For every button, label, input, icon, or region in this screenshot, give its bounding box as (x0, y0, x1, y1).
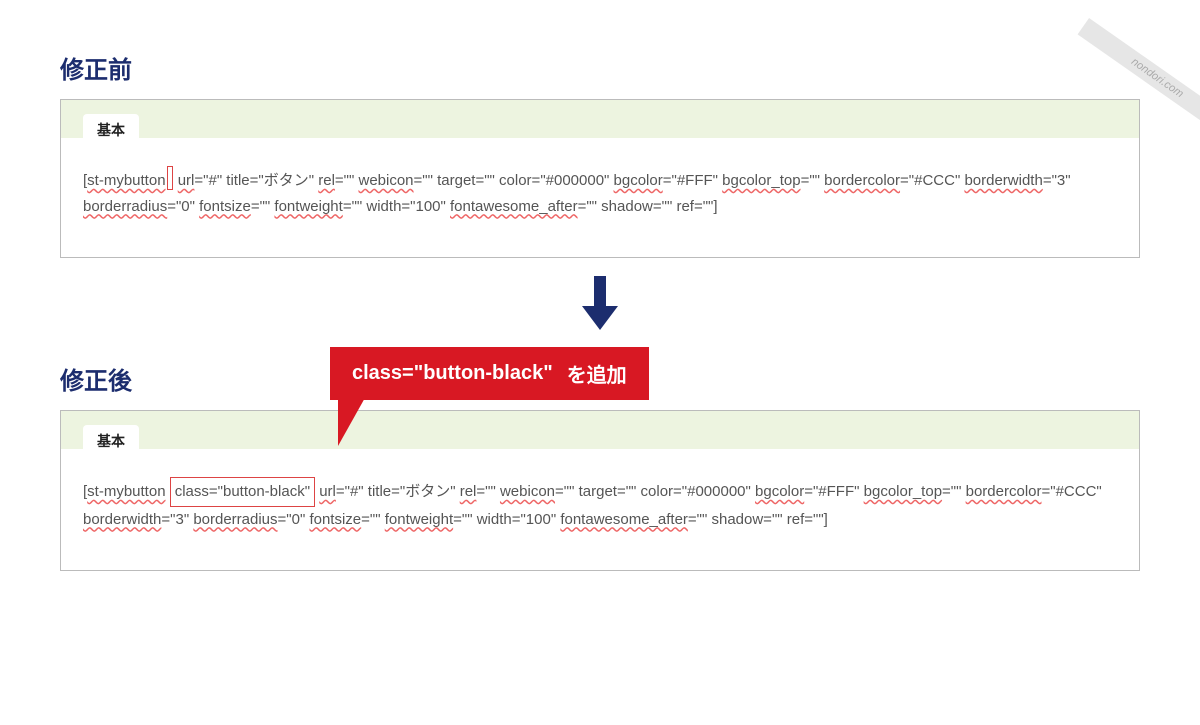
callout-text: を追加 (567, 359, 627, 388)
code-attr: rel (460, 483, 477, 500)
before-section: 修正前 基本 [st-mybutton url="#" title="ボタン" … (0, 50, 1200, 258)
code-attr: st-mybutton (87, 483, 165, 500)
after-code-box: 基本 [st-mybutton class="button-black" url… (60, 410, 1140, 571)
code-text: ="0" (278, 511, 310, 528)
code-attr: st-mybutton (87, 172, 165, 189)
code-text: ="" shadow="" ref=""] (578, 198, 718, 215)
code-text: ="#CCC" (1042, 483, 1102, 500)
code-attr: bgcolor_top (864, 483, 942, 500)
callout-code: class="button-black" (352, 362, 553, 385)
code-text: ="" target="" color="#000000" (555, 483, 755, 500)
code-attr: bgcolor (755, 483, 804, 500)
code-attr: fontweight (274, 198, 342, 215)
code-attr: borderradius (193, 511, 277, 528)
arrow-down-icon (582, 276, 618, 335)
code-attr: url (178, 172, 195, 189)
code-text: ="" width="100" (453, 511, 560, 528)
before-title: 修正前 (60, 50, 1200, 85)
code-attr: fontawesome_after (560, 511, 688, 528)
code-attr: borderwidth (83, 511, 161, 528)
code-attr: bordercolor (824, 172, 900, 189)
code-text: ="" target="" color="#000000" (414, 172, 614, 189)
after-code-content: [st-mybutton class="button-black" url="#… (61, 449, 1139, 540)
code-text: ="0" (167, 198, 199, 215)
code-attr: bgcolor_top (722, 172, 800, 189)
code-text: ="" width="100" (343, 198, 450, 215)
callout-pointer-icon (338, 396, 366, 446)
code-text: ="3" (161, 511, 193, 528)
code-attr: url (319, 483, 336, 500)
code-text: ="3" (1043, 172, 1071, 189)
code-attr: webicon (358, 172, 413, 189)
callout: class="button-black" を追加 (330, 347, 649, 400)
after-section: class="button-black" を追加 修正後 基本 [st-mybu… (0, 361, 1200, 571)
after-box-label: 基本 (83, 425, 139, 455)
before-code-content: [st-mybutton url="#" title="ボタン" rel="" … (61, 138, 1139, 227)
code-text: ="" (801, 172, 825, 189)
code-text: ="" shadow="" ref=""] (688, 511, 828, 528)
text-cursor-icon (167, 166, 173, 190)
code-text: ="#" title="ボタン" (336, 483, 460, 500)
before-label-row: 基本 (61, 100, 1139, 138)
code-text: ="#FFF" (804, 483, 863, 500)
before-code-box: 基本 [st-mybutton url="#" title="ボタン" rel=… (60, 99, 1140, 258)
code-text: ="" (476, 483, 500, 500)
code-text: ="#CCC" (900, 172, 964, 189)
arrow-row (0, 258, 1200, 353)
code-attr: fontsize (199, 198, 251, 215)
code-attr: borderradius (83, 198, 167, 215)
code-attr: fontweight (385, 511, 453, 528)
code-text: ="#FFF" (663, 172, 722, 189)
code-attr: rel (318, 172, 335, 189)
code-text: ="" (942, 483, 966, 500)
code-text: ="#" title="ボタン" (194, 172, 318, 189)
after-label-row: 基本 (61, 411, 1139, 449)
highlighted-insertion: class="button-black" (170, 477, 315, 507)
code-attr: fontawesome_after (450, 198, 578, 215)
code-attr: fontsize (309, 511, 361, 528)
code-attr: borderwidth (964, 172, 1042, 189)
code-text: ="" (251, 198, 275, 215)
code-attr: bgcolor (614, 172, 663, 189)
code-text: ="" (361, 511, 385, 528)
code-attr: bordercolor (966, 483, 1042, 500)
code-attr: webicon (500, 483, 555, 500)
before-box-label: 基本 (83, 114, 139, 144)
code-text: ="" (335, 172, 359, 189)
